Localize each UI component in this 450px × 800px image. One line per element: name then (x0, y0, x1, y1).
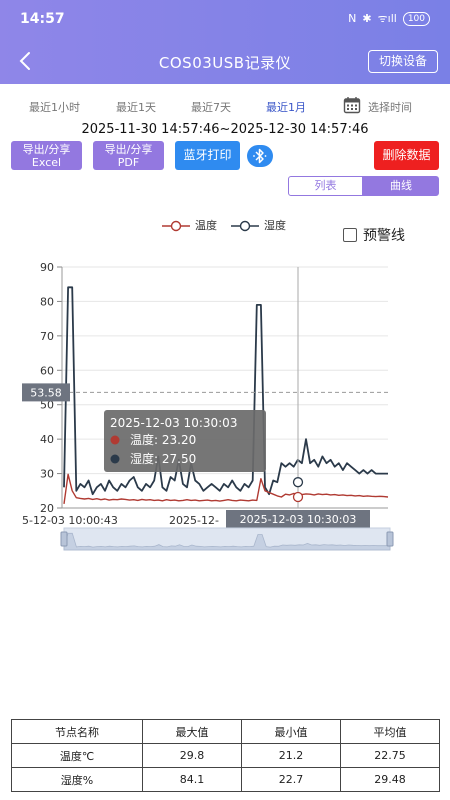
tooltip-temp-label: 温度: 23.20 (130, 432, 196, 447)
x-tick-label: 2025-12- (169, 514, 219, 527)
legend-temp-marker (162, 220, 190, 232)
y-tick-label: 30 (40, 468, 54, 481)
tooltip-humid-dot (110, 454, 120, 464)
range-tab-1d[interactable]: 最近1天 (116, 99, 156, 115)
signal-icon: ᯤıll (377, 12, 397, 25)
stats-table: 节点名称 最大值 最小值 平均值 温度℃ 29.8 21.2 22.75 湿度%… (10, 719, 441, 792)
legend-humid-label[interactable]: 湿度 (264, 217, 286, 233)
humid-hover-point (292, 477, 304, 488)
table-header: 平均值 (339, 719, 441, 744)
y-tick-label: 70 (40, 330, 54, 343)
bluetooth-status-button[interactable] (247, 145, 273, 167)
warning-line-checkbox[interactable] (343, 228, 357, 242)
switch-device-button[interactable]: 切换设备 (367, 50, 438, 73)
range-tab-1h[interactable]: 最近1小时 (29, 99, 80, 115)
warning-line-toggle[interactable]: 预警线 (343, 225, 405, 245)
calendar-icon[interactable] (343, 96, 361, 114)
range-tab-7d[interactable]: 最近7天 (191, 99, 231, 115)
export-pdf-button[interactable]: 导出/分享 PDF (93, 141, 164, 170)
table-cell: 29.48 (339, 767, 441, 792)
tooltip-title: 2025-12-03 10:30:03 (110, 416, 237, 430)
zoom-handle-right[interactable] (386, 531, 394, 547)
crosshair-y-label: 53.58 (30, 386, 62, 399)
tooltip-temp-dot (110, 435, 120, 445)
tab-list[interactable]: 列表 (288, 176, 363, 196)
table-cell: 22.75 (339, 743, 441, 768)
table-cell: 22.7 (241, 767, 341, 792)
table-header: 最大值 (142, 719, 242, 744)
y-tick-label: 80 (40, 295, 54, 308)
zoom-handle-left[interactable] (60, 531, 68, 547)
x-tick-label: 5-12-03 10:00:43 (22, 514, 118, 527)
time-range-tabs: 最近1小时 最近1天 最近7天 最近1月 选择时间 (0, 96, 450, 116)
bluetooth-print-button[interactable]: 蓝牙打印 (175, 141, 240, 170)
warning-line-label: 预警线 (363, 228, 405, 244)
table-cell: 温度℃ (10, 743, 144, 768)
table-header: 节点名称 (10, 719, 144, 744)
export-pdf-line1: 导出/分享 (104, 142, 153, 156)
legend-humid-marker (231, 220, 259, 232)
bluetooth-icon (253, 148, 267, 164)
y-tick-label: 60 (40, 364, 54, 377)
export-excel-line2: Excel (31, 155, 62, 169)
legend-temp-label[interactable]: 温度 (195, 217, 217, 233)
tooltip-humid-label: 湿度: 27.50 (130, 451, 196, 466)
temp-humidity-chart[interactable]: 203040506070809053.585-12-03 10:00:43 202… (0, 250, 450, 560)
battery-icon: 100 (402, 11, 430, 26)
nfc-icon: N (348, 12, 357, 25)
export-excel-button[interactable]: 导出/分享 Excel (11, 141, 82, 170)
tab-curve[interactable]: 曲线 (363, 176, 439, 196)
status-time: 14:57 (20, 11, 65, 27)
table-header: 最小值 (241, 719, 341, 744)
export-pdf-line2: PDF (117, 155, 140, 169)
table-row: 温度℃ 29.8 21.2 22.75 (10, 743, 441, 768)
table-row: 湿度% 84.1 22.7 29.48 (10, 767, 441, 792)
bluetooth-icon: ✱ (362, 12, 372, 25)
app-header: COS03USB记录仪 切换设备 (0, 40, 450, 84)
table-cell: 84.1 (142, 767, 242, 792)
table-header-row: 节点名称 最大值 最小值 平均值 (10, 719, 441, 744)
pick-time-label[interactable]: 选择时间 (368, 99, 412, 115)
status-bar: 14:57 N ✱ ᯤıll 100 (0, 0, 450, 40)
temp-hover-point (292, 491, 304, 503)
date-range-text: 2025-11-30 14:57:46~2025-12-30 14:57:46 (81, 122, 369, 137)
crosshair-x-label: 2025-12-03 10:30:03 (240, 513, 357, 526)
y-tick-label: 40 (40, 433, 54, 446)
table-cell: 湿度% (10, 767, 144, 792)
table-cell: 21.2 (241, 743, 341, 768)
table-cell: 29.8 (142, 743, 242, 768)
range-tab-1m[interactable]: 最近1月 (266, 99, 306, 115)
export-excel-line1: 导出/分享 (22, 142, 71, 156)
delete-data-button[interactable]: 删除数据 (374, 141, 439, 170)
y-tick-label: 90 (40, 261, 54, 274)
status-icons: N ✱ ᯤıll 100 (348, 11, 430, 26)
temp-series-line (63, 473, 389, 504)
